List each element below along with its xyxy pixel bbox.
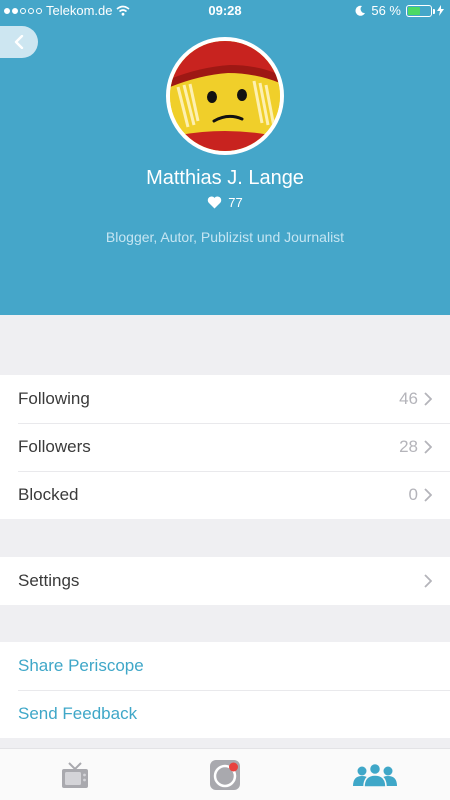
chevron-right-icon <box>424 488 432 502</box>
moon-icon <box>355 5 366 16</box>
battery-percent: 56 % <box>371 3 401 18</box>
profile-header: Telekom.de 09:28 56 % Matthias J. Lange … <box>0 0 450 315</box>
followers-label: Followers <box>18 437 91 456</box>
tab-broadcast[interactable] <box>150 749 300 800</box>
settings-row[interactable]: Settings <box>0 557 450 605</box>
links-list: Share Periscope Send Feedback <box>0 642 450 738</box>
send-feedback-link[interactable]: Send Feedback <box>18 704 137 724</box>
tab-people[interactable] <box>300 749 450 800</box>
tab-bar <box>0 748 450 800</box>
following-label: Following <box>18 389 90 408</box>
people-icon <box>353 762 397 788</box>
profile-name: Matthias J. Lange <box>146 167 304 189</box>
broadcast-icon <box>210 760 240 790</box>
lego-avatar-image <box>170 41 280 151</box>
chevron-right-icon <box>424 392 432 406</box>
tv-icon <box>62 762 88 788</box>
blocked-row[interactable]: Blocked 0 <box>0 471 450 519</box>
back-button[interactable] <box>0 26 38 58</box>
chevron-left-icon <box>14 35 24 49</box>
share-periscope-row[interactable]: Share Periscope <box>0 642 450 690</box>
status-right: 56 % <box>355 3 444 18</box>
chevron-right-icon <box>424 574 432 588</box>
settings-label: Settings <box>18 571 80 590</box>
settings-list: Settings <box>0 557 450 605</box>
followers-row[interactable]: Followers 28 <box>0 423 450 471</box>
chevron-right-icon <box>424 440 432 454</box>
avatar <box>166 37 284 155</box>
battery-level <box>408 6 421 15</box>
send-feedback-row[interactable]: Send Feedback <box>0 690 450 738</box>
blocked-count: 0 <box>408 485 418 504</box>
blocked-label: Blocked <box>18 485 79 504</box>
share-periscope-link[interactable]: Share Periscope <box>18 656 144 676</box>
profile-bio: Blogger, Autor, Publizist und Journalist <box>105 229 345 245</box>
following-count: 46 <box>399 389 418 408</box>
following-row[interactable]: Following 46 <box>0 375 450 423</box>
likes-value: 77 <box>228 195 243 210</box>
charging-bolt-icon <box>437 5 444 16</box>
status-bar: Telekom.de 09:28 56 % <box>0 0 450 22</box>
social-list: Following 46 Followers 28 Blocked 0 <box>0 375 450 519</box>
likes-count: 77 <box>0 195 450 210</box>
heart-icon <box>208 196 222 209</box>
tab-watch[interactable] <box>0 749 150 800</box>
followers-count: 28 <box>399 437 418 456</box>
battery-icon <box>406 4 435 17</box>
